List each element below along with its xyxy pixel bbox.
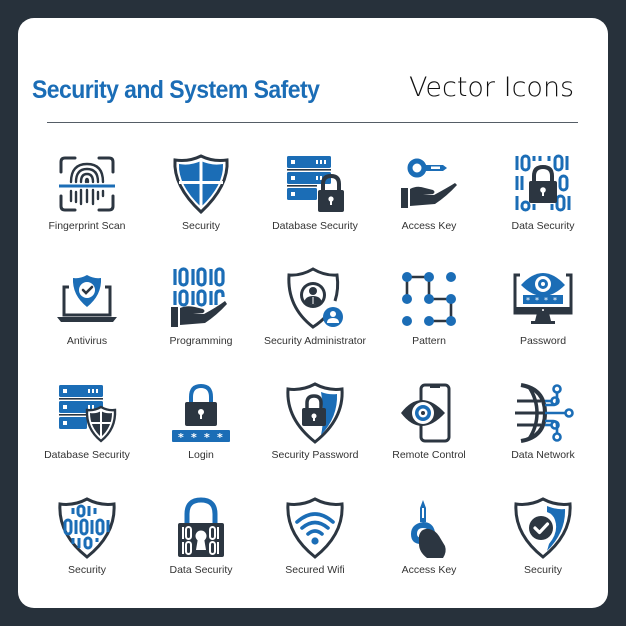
lock-password-icon: * * * * <box>169 381 233 445</box>
svg-text:*: * <box>526 296 530 305</box>
icon-item: Data Security <box>144 492 258 607</box>
hand-key-icon <box>397 152 461 216</box>
header-divider <box>47 122 578 123</box>
hand-binary-icon <box>169 266 233 331</box>
icon-set-card: Security and System Safety Vector Icons <box>18 18 608 608</box>
database-lock-icon <box>283 152 347 216</box>
hand-turn-key-icon <box>397 496 461 560</box>
icon-label: Password <box>519 334 567 347</box>
icon-item: Database Security <box>258 148 372 263</box>
shield-wifi-icon <box>283 496 347 560</box>
icon-label: Login <box>188 449 214 461</box>
icon-label: Database Security <box>272 220 358 232</box>
shield-binary-icon <box>55 496 119 560</box>
icon-label: Security <box>182 220 220 232</box>
fingerprint-scan-icon <box>55 152 119 216</box>
icon-item: Data Network <box>486 377 600 492</box>
globe-circuit-icon <box>511 381 575 445</box>
header: Security and System Safety Vector Icons <box>32 72 602 116</box>
shield-lock-icon <box>283 381 347 445</box>
icon-label: Security <box>524 563 562 576</box>
icon-item: Access Key <box>372 492 486 607</box>
icon-item: Pattern <box>372 263 486 378</box>
svg-text:*: * <box>553 296 557 305</box>
page-title: Security and System Safety <box>32 76 320 104</box>
icon-item: * * * * Password <box>486 263 600 378</box>
icon-item: Data Security <box>486 148 600 263</box>
icon-label: Pattern <box>412 334 446 347</box>
icon-item: * * * * Login <box>144 377 258 492</box>
icon-label: Security <box>68 563 106 576</box>
icon-label: Remote Control <box>392 449 466 461</box>
phone-eye-icon <box>397 381 461 445</box>
pattern-lock-icon <box>397 267 461 331</box>
icon-item: Security <box>30 492 144 607</box>
monitor-eye-password-icon: * * * * <box>511 267 575 331</box>
icon-label: Security Administrator <box>263 334 367 347</box>
icon-item: Security <box>144 148 258 263</box>
laptop-shield-icon <box>55 267 119 331</box>
icon-item: Antivirus <box>30 263 144 378</box>
icon-grid: Fingerprint Scan Security Database Secur… <box>30 148 600 606</box>
icon-label: Data Network <box>511 449 575 461</box>
binary-padlock-icon <box>169 496 233 560</box>
database-shield-icon <box>55 381 119 445</box>
icon-item: Security Password <box>258 377 372 492</box>
icon-label: Database Security <box>44 449 130 461</box>
icon-label: Fingerprint Scan <box>48 220 126 232</box>
svg-text:*: * <box>544 296 548 305</box>
icon-item: Security <box>486 492 600 607</box>
icon-label: Data Security <box>511 220 575 232</box>
icon-item: Remote Control <box>372 377 486 492</box>
icon-item: Fingerprint Scan <box>30 148 144 263</box>
shield-cross-icon <box>169 152 233 216</box>
icon-label: Programming <box>169 334 233 347</box>
icon-label: Antivirus <box>66 334 108 347</box>
icon-label: Access Key <box>401 563 457 576</box>
icon-item: Access Key <box>372 148 486 263</box>
shield-admin-icon <box>283 266 347 331</box>
binary-lock-icon <box>511 152 575 216</box>
svg-text:*: * <box>217 431 223 444</box>
icon-label: Secured Wifi <box>285 563 345 576</box>
icon-item: Programming <box>144 263 258 378</box>
icon-item: Secured Wifi <box>258 492 372 607</box>
svg-text:*: * <box>191 431 197 444</box>
icon-label: Access Key <box>401 220 457 232</box>
icon-item: Security Administrator <box>258 263 372 378</box>
page-subtitle: Vector Icons <box>409 72 575 103</box>
icon-label: Security Password <box>271 449 359 461</box>
icon-item: Database Security <box>30 377 144 492</box>
shield-check-icon <box>511 496 575 560</box>
icon-label: Data Security <box>169 563 233 576</box>
svg-text:*: * <box>535 296 539 305</box>
svg-text:*: * <box>204 431 210 444</box>
svg-text:*: * <box>178 431 184 444</box>
